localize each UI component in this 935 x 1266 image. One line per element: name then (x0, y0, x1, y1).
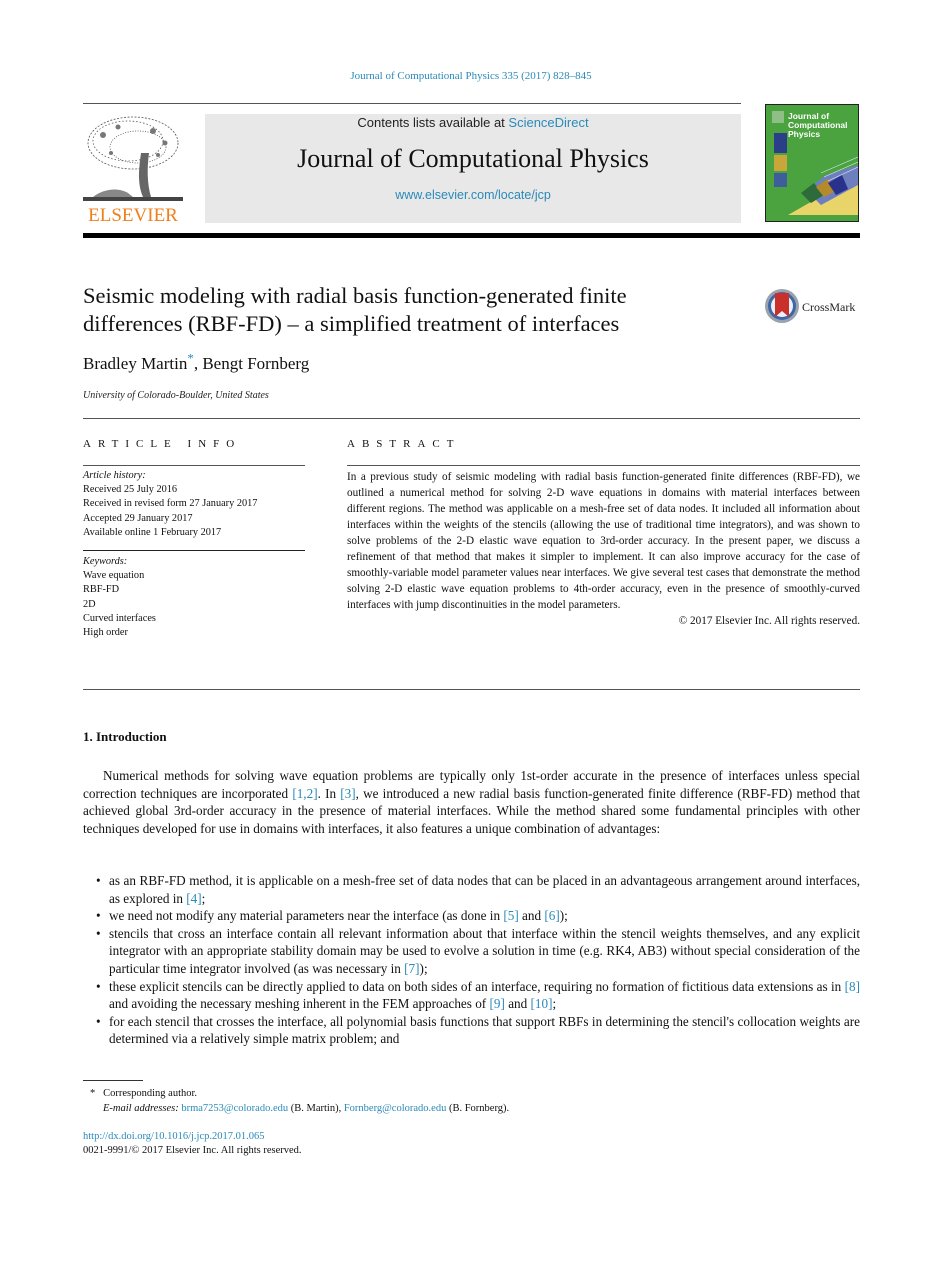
footnote-rule (83, 1080, 143, 1081)
crossmark-icon (765, 289, 799, 323)
citation-link[interactable]: [10] (531, 996, 553, 1011)
bullet-icon: • (96, 908, 101, 924)
keyword: RBF-FD (83, 584, 120, 596)
article-info-rule (83, 465, 305, 466)
citation-link[interactable]: [9] (490, 996, 505, 1011)
article-history: Article history: Received 25 July 2016 R… (83, 469, 305, 540)
issn-copyright: 0021-9991/© 2017 Elsevier Inc. All right… (83, 1145, 302, 1156)
crossmark-button[interactable]: CrossMark (764, 288, 864, 324)
section-divider (83, 689, 860, 690)
citation-link[interactable]: [6] (544, 908, 559, 923)
author-link[interactable]: Bengt Fornberg (202, 354, 309, 373)
email-link[interactable]: brma7253@colorado.edu (181, 1103, 288, 1114)
journal-banner: Contents lists available at ScienceDirec… (205, 114, 741, 223)
crossmark-label: CrossMark (802, 300, 856, 314)
doi-block: http://dx.doi.org/10.1016/j.jcp.2017.01.… (83, 1130, 302, 1158)
bullet-icon: • (96, 978, 101, 994)
doi-link[interactable]: http://dx.doi.org/10.1016/j.jcp.2017.01.… (83, 1131, 265, 1142)
article-title: Seismic modeling with radial basis funct… (83, 283, 627, 336)
abstract-text: In a previous study of seismic modeling … (347, 471, 860, 611)
list-item: • as an RBF-FD method, it is applicable o… (96, 873, 860, 906)
section-heading-introduction: 1. Introduction (83, 729, 167, 744)
bullet-icon: • (96, 925, 101, 941)
journal-title: Journal of Computational Physics (297, 144, 649, 173)
footnote-mark: * (90, 1088, 96, 1099)
history-item: Received 25 July 2016 (83, 484, 178, 496)
list-item: • we need not modify any material paramet… (96, 908, 568, 924)
advantages-list: • as an RBF-FD method, it is applicable o… (83, 872, 860, 1048)
abstract-rule (347, 465, 860, 466)
keywords-rule (83, 550, 305, 551)
abstract-copyright: © 2017 Elsevier Inc. All rights reserved… (678, 615, 860, 627)
abstract-heading: ABSTRACT (347, 438, 461, 450)
citation-link[interactable]: [3] (340, 786, 355, 801)
keywords: Keywords: Wave equation RBF-FD 2D Curved… (83, 555, 305, 640)
authors: Bradley Martin*, Bengt Fornberg (83, 350, 310, 373)
email-link[interactable]: Fornberg@colorado.edu (344, 1103, 447, 1114)
history-item: Received in revised form 27 January 2017 (83, 498, 258, 510)
header-rule (83, 103, 741, 104)
keyword: Curved interfaces (83, 612, 156, 624)
abstract: In a previous study of seismic modeling … (347, 469, 860, 629)
citation-link[interactable]: [5] (503, 908, 518, 923)
article-info-heading: ARTICLE INFO (83, 438, 242, 450)
contents-prefix: Contents lists available at (357, 115, 509, 130)
journal-cover-image[interactable]: Journal of Computational Physics (765, 104, 859, 222)
list-item: • for each stencil that crosses the inter… (96, 1013, 860, 1047)
footnote: * Corresponding author. E-mail addresses… (90, 1088, 510, 1114)
list-item: • stencils that cross an interface contai… (96, 925, 860, 976)
history-item: Accepted 29 January 2017 (83, 512, 193, 524)
elsevier-wordmark: ELSEVIER (88, 205, 178, 226)
header-thick-rule (83, 233, 860, 238)
citation-link[interactable]: [7] (404, 961, 419, 976)
history-item: Available online 1 February 2017 (83, 526, 222, 538)
keyword: Wave equation (83, 570, 145, 582)
keyword: High order (83, 627, 128, 639)
citation-link[interactable]: [8] (845, 979, 860, 994)
cover-title: Journal of Computational Physics (788, 111, 848, 139)
citation-link[interactable]: [4] (186, 891, 201, 906)
bullet-icon: • (96, 1013, 101, 1029)
list-item: • these explicit stencils can be directly… (96, 978, 860, 1012)
section-divider (83, 418, 860, 419)
keywords-label: Keywords: (83, 556, 128, 567)
journal-reference-link[interactable]: Journal of Computational Physics 335 (20… (0, 70, 935, 82)
keyword: 2D (83, 598, 96, 610)
sciencedirect-link[interactable]: ScienceDirect (508, 115, 588, 130)
affiliation: University of Colorado-Boulder, United S… (83, 390, 269, 401)
intro-paragraph: Numerical methods for solving wave equat… (83, 768, 860, 836)
citation-link[interactable]: [1,2] (292, 786, 317, 801)
journal-url-link[interactable]: www.elsevier.com/locate/jcp (395, 188, 551, 202)
author-link[interactable]: Bradley Martin (83, 354, 187, 373)
contents-line: Contents lists available at ScienceDirec… (205, 114, 741, 130)
history-label: Article history: (83, 470, 146, 481)
bullet-icon: • (96, 873, 101, 888)
